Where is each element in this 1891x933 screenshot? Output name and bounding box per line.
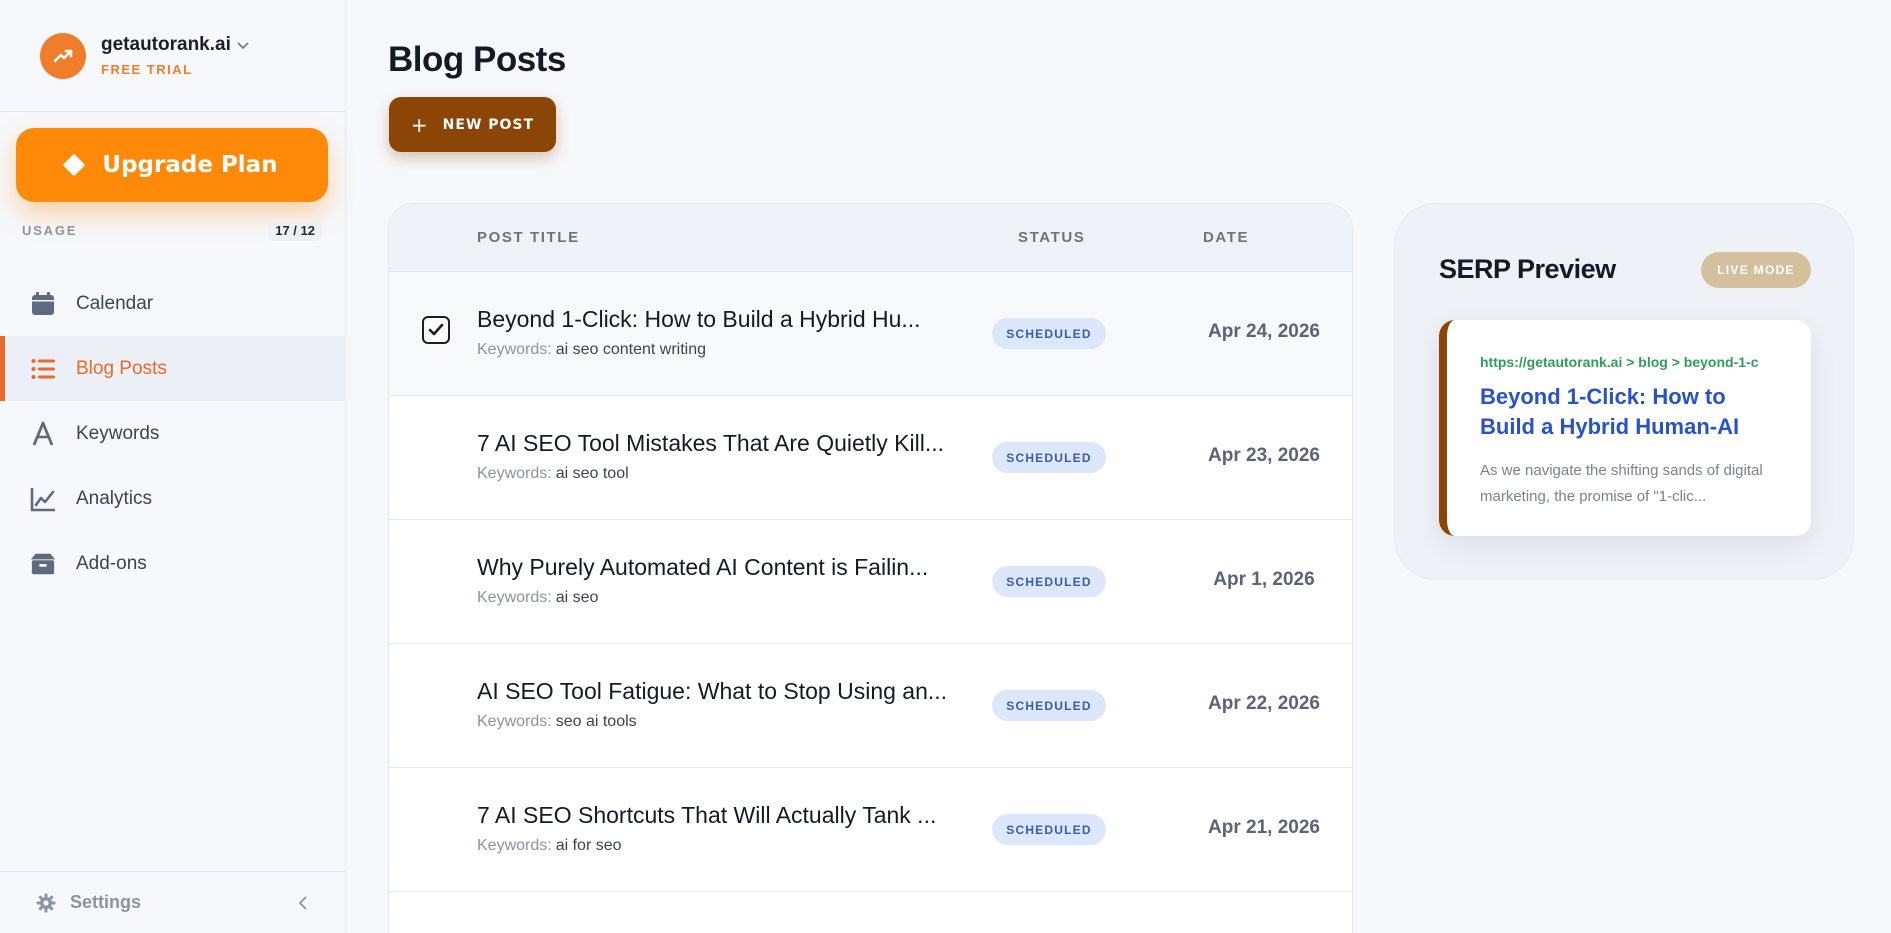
- post-title[interactable]: 7 AI SEO Shortcuts That Will Actually Ta…: [477, 802, 957, 829]
- post-title[interactable]: 7 AI SEO Tool Mistakes That Are Quietly …: [477, 430, 957, 457]
- table-header: POST TITLE STATUS DATE: [389, 204, 1352, 272]
- table-row[interactable]: 7 AI SEO Tool Mistakes That Are Quietly …: [389, 396, 1352, 520]
- upgrade-plan-button[interactable]: Upgrade Plan: [16, 128, 328, 202]
- chevron-down-icon: [237, 42, 249, 50]
- post-keywords: Keywords: ai seo content writing: [477, 341, 706, 359]
- post-title[interactable]: Why Purely Automated AI Content is Faili…: [477, 554, 957, 581]
- collapse-sidebar-button[interactable]: [298, 896, 308, 915]
- keywords-label: Keywords:: [477, 713, 552, 730]
- serp-preview-title: SERP Preview: [1439, 254, 1616, 284]
- post-keywords: Keywords: ai seo tool: [477, 465, 629, 483]
- column-header-title[interactable]: POST TITLE: [477, 229, 580, 246]
- sidebar-item-calendar[interactable]: Calendar: [0, 271, 346, 336]
- post-title[interactable]: AI SEO Tool Fatigue: What to Stop Using …: [477, 678, 957, 705]
- keywords-value: ai for seo: [555, 837, 622, 854]
- sidebar-item-label: Blog Posts: [76, 357, 167, 379]
- sidebar-footer: Settings: [0, 871, 346, 933]
- table-row[interactable]: Beyond 1-Click: How to Build a Hybrid Hu…: [389, 272, 1352, 396]
- table-row[interactable]: Why Purely Automated AI Content is Faili…: [389, 520, 1352, 644]
- keywords-value: ai seo tool: [555, 465, 629, 482]
- trending-up-icon: [53, 49, 73, 62]
- gear-icon: [36, 893, 56, 913]
- post-date: Apr 23, 2026: [1208, 445, 1320, 466]
- post-date: Apr 21, 2026: [1208, 817, 1320, 838]
- sidebar-item-add-ons[interactable]: Add-ons: [0, 531, 346, 596]
- check-icon: [428, 323, 444, 336]
- post-date: Apr 22, 2026: [1208, 693, 1320, 714]
- serp-url: https://getautorank.ai > blog > beyond-1…: [1480, 354, 1759, 370]
- sidebar-item-label: Calendar: [76, 292, 154, 314]
- keywords-label: Keywords:: [477, 341, 552, 358]
- post-keywords: Keywords: ai seo: [477, 589, 598, 607]
- sidebar-item-keywords[interactable]: Keywords: [0, 401, 346, 466]
- sidebar-nav: Calendar Blog Posts Keywords Analytics A…: [0, 271, 346, 596]
- brand-logo: [40, 32, 86, 79]
- row-checkbox[interactable]: [422, 316, 450, 344]
- sidebar-item-label: Add-ons: [76, 552, 147, 574]
- upgrade-plan-label: Upgrade Plan: [102, 152, 278, 178]
- settings-link[interactable]: Settings: [36, 892, 141, 913]
- sidebar-item-label: Keywords: [76, 422, 160, 444]
- keywords-label: Keywords:: [477, 837, 552, 854]
- status-badge: SCHEDULED: [992, 690, 1106, 721]
- usage-meter: USAGE 17 / 12: [22, 220, 322, 241]
- status-badge: SCHEDULED: [992, 442, 1106, 473]
- page-title: Blog Posts: [388, 40, 566, 79]
- table-row[interactable]: 7 AI SEO Shortcuts That Will Actually Ta…: [389, 768, 1352, 892]
- keywords-value: ai seo content writing: [555, 341, 707, 358]
- post-title[interactable]: Beyond 1-Click: How to Build a Hybrid Hu…: [477, 306, 957, 333]
- workspace-switcher[interactable]: getautorank.ai FREE TRIAL: [0, 0, 345, 112]
- chevron-left-icon: [298, 896, 307, 910]
- column-header-date[interactable]: DATE: [1203, 229, 1249, 246]
- sidebar-item-label: Analytics: [76, 487, 153, 509]
- usage-label: USAGE: [22, 223, 78, 238]
- plus-icon: +: [410, 112, 429, 137]
- letter-a-icon: [30, 421, 56, 447]
- serp-preview-panel: SERP Preview LIVE MODE https://getautora…: [1394, 203, 1854, 580]
- table-row[interactable]: AI SEO Tool Fatigue: What to Stop Using …: [389, 644, 1352, 768]
- settings-label: Settings: [70, 892, 142, 912]
- calendar-icon: [30, 291, 56, 317]
- box-icon: [30, 551, 56, 577]
- status-badge: SCHEDULED: [992, 318, 1106, 349]
- new-post-label: NEW POST: [442, 116, 535, 133]
- sidebar-item-blog-posts[interactable]: Blog Posts: [0, 336, 346, 401]
- keywords-label: Keywords:: [477, 589, 552, 606]
- status-badge: SCHEDULED: [992, 566, 1106, 597]
- post-date: Apr 24, 2026: [1208, 321, 1320, 342]
- usage-count: 17 / 12: [268, 220, 322, 241]
- keywords-value: ai seo: [555, 589, 599, 606]
- plan-badge: FREE TRIAL: [101, 62, 193, 77]
- chart-line-icon: [30, 486, 56, 512]
- list-icon: [30, 356, 56, 382]
- posts-table: POST TITLE STATUS DATE Beyond 1-Click: H…: [388, 203, 1353, 933]
- keywords-value: seo ai tools: [555, 713, 637, 730]
- keywords-label: Keywords:: [477, 465, 552, 482]
- post-date: Apr 1, 2026: [1213, 569, 1315, 590]
- post-keywords: Keywords: seo ai tools: [477, 713, 637, 731]
- post-keywords: Keywords: ai for seo: [477, 837, 622, 855]
- column-header-status[interactable]: STATUS: [1018, 229, 1085, 246]
- status-badge: SCHEDULED: [992, 814, 1106, 845]
- serp-result-card: https://getautorank.ai > blog > beyond-1…: [1439, 320, 1811, 536]
- diamond-icon: [63, 153, 86, 177]
- serp-description: As we navigate the shifting sands of dig…: [1480, 462, 1763, 505]
- sidebar-item-analytics[interactable]: Analytics: [0, 466, 346, 531]
- new-post-button[interactable]: + NEW POST: [389, 97, 556, 152]
- live-mode-badge[interactable]: LIVE MODE: [1701, 252, 1811, 288]
- sidebar: getautorank.ai FREE TRIAL Upgrade Plan U…: [0, 0, 346, 933]
- serp-title-link[interactable]: Beyond 1-Click: How to Build a Hybrid Hu…: [1480, 382, 1781, 442]
- workspace-name: getautorank.ai: [101, 34, 231, 55]
